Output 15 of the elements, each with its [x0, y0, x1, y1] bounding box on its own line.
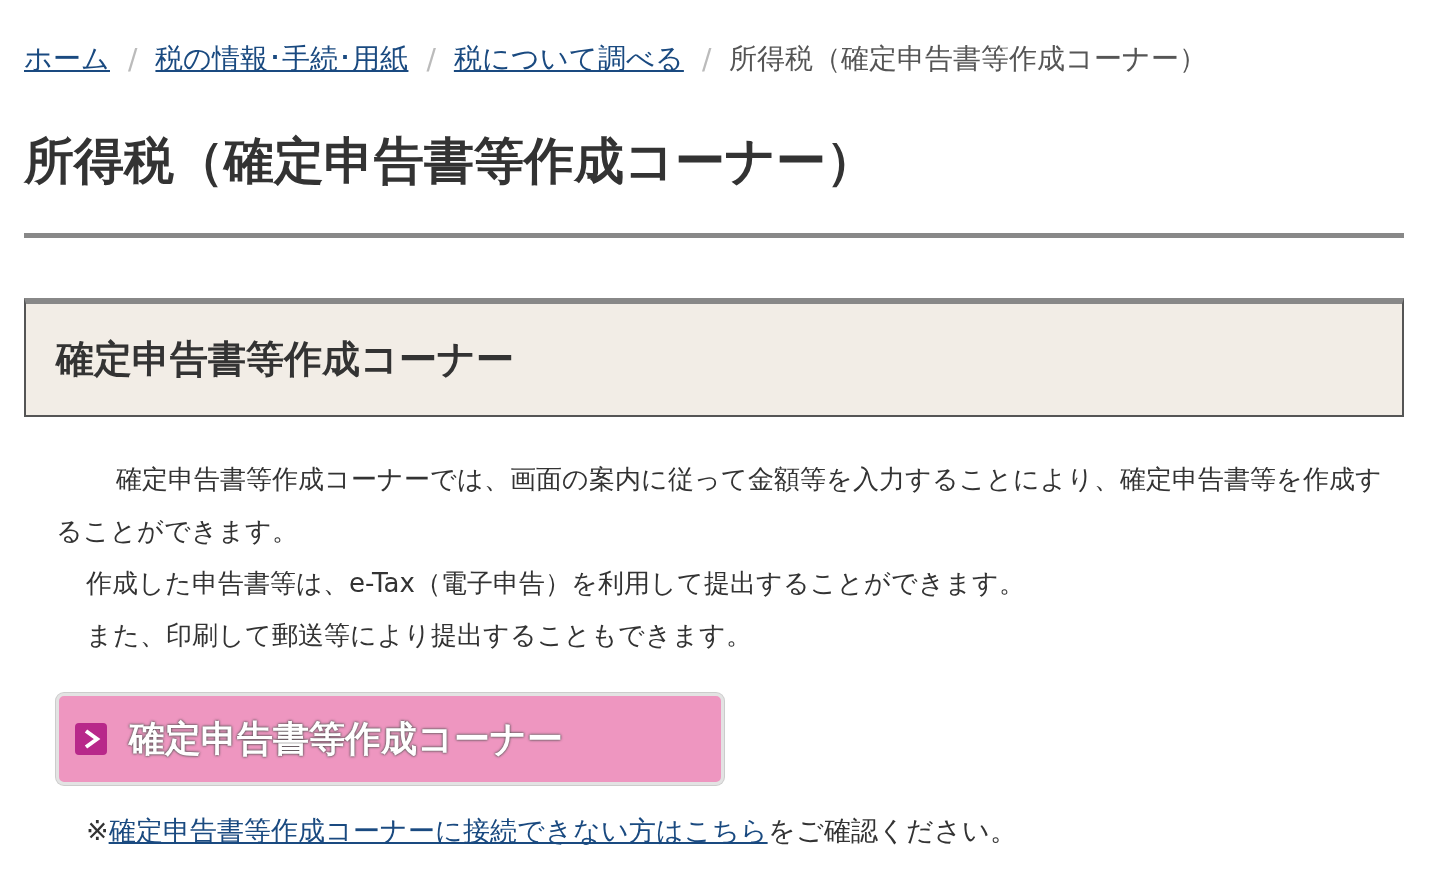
- breadcrumb-link[interactable]: ホーム: [24, 40, 110, 78]
- breadcrumb-separator: /: [128, 42, 138, 76]
- breadcrumb-separator: /: [426, 42, 436, 76]
- paragraph: 作成した申告書等は、e-Tax（電子申告）を利用して提出することができます。: [85, 567, 1026, 600]
- breadcrumb-link[interactable]: 税について調べる: [453, 40, 684, 78]
- page-title: 所得税（確定申告書等作成コーナー）: [24, 128, 1404, 238]
- help-link[interactable]: 確定申告書等作成コーナーに接続できない方はこちら: [108, 815, 768, 846]
- breadcrumb-current: 所得税（確定申告書等作成コーナー）: [729, 41, 1208, 77]
- paragraph: また、印刷して郵送等により提出することもできます。: [85, 619, 753, 652]
- breadcrumb-link[interactable]: 税の情報･手続･用紙: [155, 40, 409, 78]
- breadcrumb-separator: /: [701, 42, 712, 76]
- section-heading: 確定申告書等作成コーナー: [56, 336, 515, 383]
- chevron-icon: [75, 723, 107, 755]
- paragraph: 確定申告書等作成コーナーでは、画面の案内に従って金額等を入力することにより、確定申告書等を作成することができます。: [56, 463, 1383, 548]
- note-text: ※確定申告書等作成コーナーに接続できない方はこちら をご確認ください。: [86, 814, 1018, 848]
